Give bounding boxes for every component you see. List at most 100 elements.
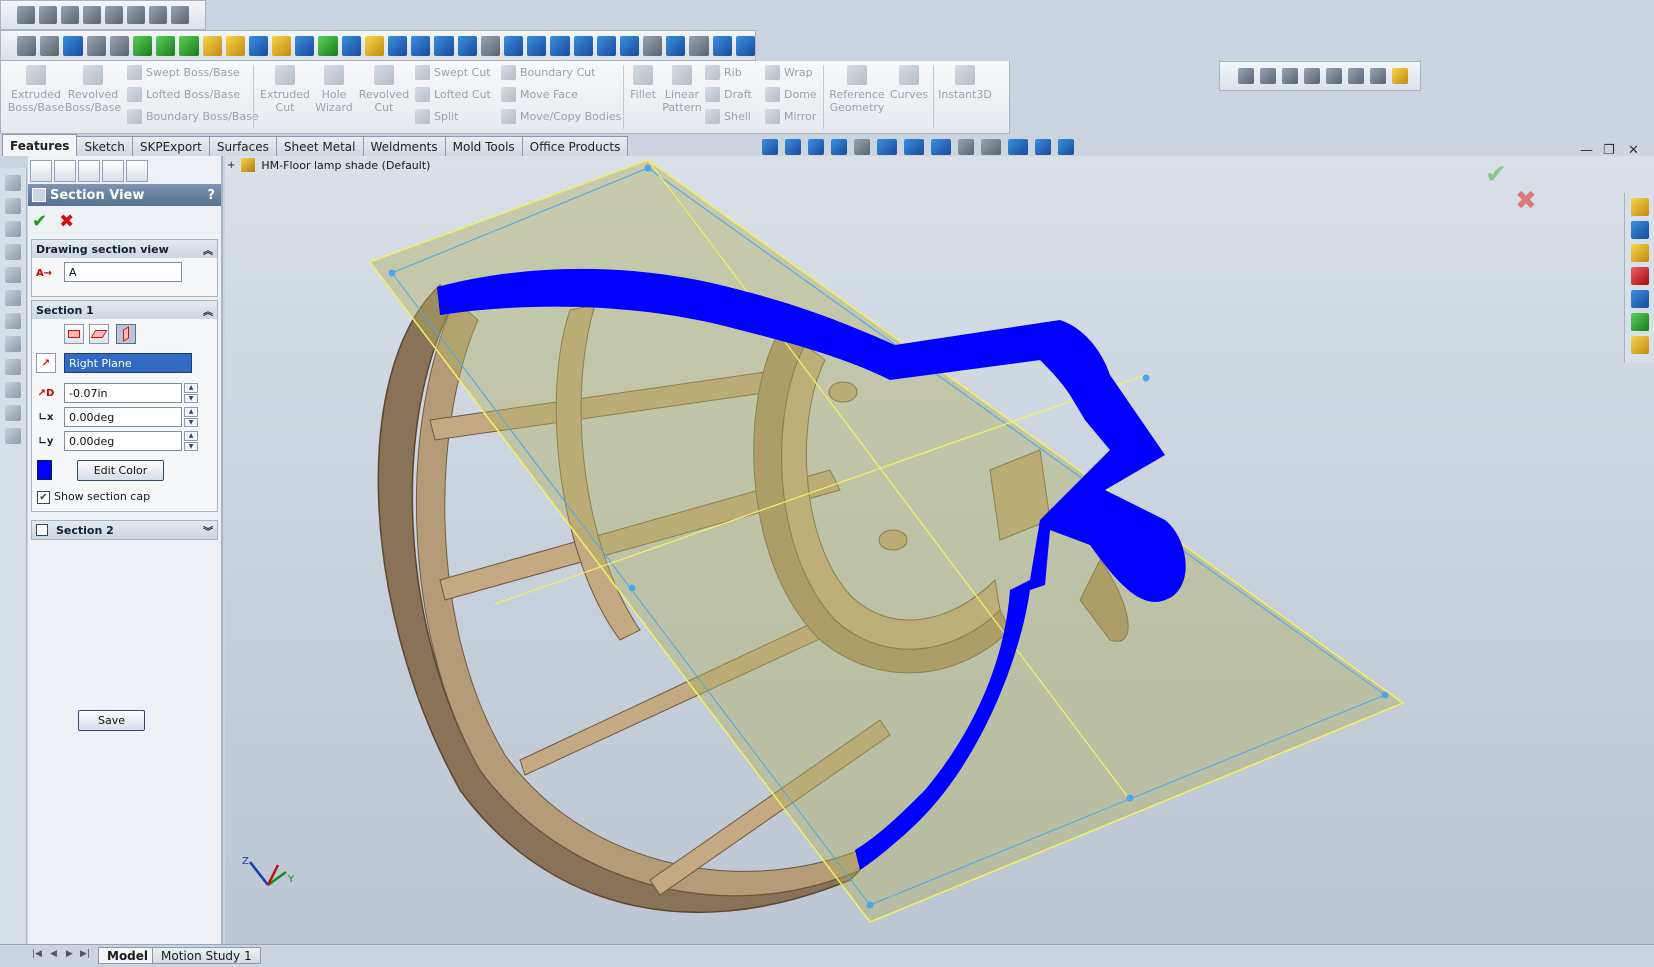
copy-icon[interactable] bbox=[5, 405, 21, 421]
display-style-icon[interactable] bbox=[904, 139, 924, 155]
block-filter-icon[interactable] bbox=[573, 35, 593, 56]
datum-filter-icon[interactable] bbox=[480, 35, 500, 56]
3d-view-icon[interactable] bbox=[1058, 139, 1074, 155]
connection-filter-icon[interactable] bbox=[619, 35, 640, 56]
dimension-filter-icon[interactable] bbox=[318, 35, 338, 56]
configuration-manager-tab-icon[interactable] bbox=[78, 160, 100, 182]
group-header[interactable]: Section 1 ︽ bbox=[32, 301, 217, 319]
tab-model[interactable]: Model bbox=[98, 947, 158, 964]
collapse-icon[interactable]: ︽ bbox=[203, 242, 213, 257]
fillet-button[interactable]: Fillet bbox=[627, 65, 659, 101]
ok-check-icon[interactable]: ✔ bbox=[32, 211, 47, 232]
plane-filter-icon[interactable] bbox=[272, 35, 292, 56]
midpoint-filter-icon[interactable] bbox=[503, 35, 524, 56]
line-icon[interactable] bbox=[1282, 68, 1298, 84]
select-arrow-icon[interactable] bbox=[86, 35, 106, 56]
view-orientation-icon[interactable] bbox=[877, 139, 897, 155]
sketch-icon[interactable] bbox=[5, 336, 21, 352]
move-copy-bodies-button[interactable]: Move/Copy Bodies bbox=[501, 109, 621, 124]
options-icon[interactable] bbox=[149, 6, 167, 24]
appearances-icon[interactable] bbox=[1630, 313, 1649, 331]
boundary-boss-button[interactable]: Boundary Boss/Base bbox=[127, 109, 259, 124]
tab-features[interactable]: Features bbox=[2, 134, 78, 156]
cancel-x-icon[interactable]: ✖ bbox=[1515, 186, 1537, 216]
save-button[interactable]: Save bbox=[78, 710, 145, 731]
home-icon[interactable] bbox=[1630, 198, 1649, 216]
revolved-boss-button[interactable]: Revolved Boss/Base bbox=[65, 65, 121, 114]
help-icon[interactable] bbox=[1392, 68, 1408, 84]
offset-spinner[interactable]: ▲ ▼ bbox=[184, 383, 198, 403]
section-name-field[interactable]: A bbox=[64, 262, 182, 282]
axis-filter-icon[interactable] bbox=[248, 35, 269, 56]
scroll-first-icon[interactable]: |◀ bbox=[32, 949, 42, 959]
label-filter-icon[interactable] bbox=[643, 35, 663, 56]
offset-distance-field[interactable]: -0.07in bbox=[64, 383, 182, 403]
expand-plus-icon[interactable]: + bbox=[227, 160, 235, 171]
tab-weldments[interactable]: Weldments bbox=[362, 136, 446, 156]
rotation-x-spinner[interactable]: ▲ ▼ bbox=[184, 407, 198, 427]
wrap-button[interactable]: Wrap bbox=[765, 65, 813, 80]
shell-button[interactable]: Shell bbox=[705, 109, 751, 124]
surface-filter-icon[interactable] bbox=[364, 35, 384, 56]
new-icon[interactable] bbox=[17, 6, 35, 24]
tab-office-products[interactable]: Office Products bbox=[521, 136, 629, 156]
settings-icon[interactable] bbox=[171, 6, 189, 24]
scroll-last-icon[interactable]: ▶| bbox=[80, 949, 90, 959]
display-manager-tab-icon[interactable] bbox=[126, 160, 148, 182]
section-plane-field[interactable]: Right Plane bbox=[64, 353, 192, 373]
instant3d-button[interactable]: Instant3D bbox=[937, 65, 993, 101]
filter-edges-icon[interactable] bbox=[40, 35, 60, 56]
design-library-icon[interactable] bbox=[1630, 221, 1649, 239]
edit-appearance-icon[interactable] bbox=[958, 139, 974, 155]
lofted-boss-button[interactable]: Lofted Boss/Base bbox=[127, 87, 240, 102]
front-view-icon[interactable] bbox=[5, 175, 21, 191]
collapse-icon[interactable]: ︽ bbox=[203, 303, 213, 318]
surface-finish-filter-icon[interactable] bbox=[689, 35, 709, 56]
left-view-icon[interactable] bbox=[5, 221, 21, 237]
note-filter-icon[interactable] bbox=[341, 35, 361, 56]
revolved-cut-button[interactable]: Revolved Cut bbox=[358, 65, 410, 114]
swept-boss-button[interactable]: Swept Boss/Base bbox=[127, 65, 240, 80]
hide-show-items-icon[interactable] bbox=[931, 139, 951, 155]
paste-icon[interactable] bbox=[5, 428, 21, 444]
edit-color-button[interactable]: Edit Color bbox=[77, 460, 164, 481]
center-filter-icon[interactable] bbox=[527, 35, 547, 56]
gtol-filter-icon[interactable] bbox=[666, 35, 686, 56]
help-button[interactable]: ? bbox=[207, 188, 215, 203]
back-view-icon[interactable] bbox=[5, 198, 21, 214]
section-view-icon[interactable] bbox=[831, 139, 847, 155]
split-viewport-icon[interactable] bbox=[1035, 139, 1051, 155]
solid-filter-icon[interactable] bbox=[225, 35, 245, 56]
filter-faces-icon[interactable] bbox=[63, 35, 83, 56]
open-icon[interactable] bbox=[39, 6, 57, 24]
point-icon[interactable] bbox=[1238, 68, 1254, 84]
scroll-next-icon[interactable]: ▶ bbox=[66, 949, 73, 959]
ok-check-icon[interactable]: ✔ bbox=[1485, 160, 1507, 190]
custom-properties-icon[interactable] bbox=[1630, 336, 1649, 354]
vertex-filter-icon[interactable] bbox=[132, 35, 153, 56]
centerline-icon[interactable] bbox=[1304, 68, 1320, 84]
route-filter-icon[interactable] bbox=[596, 35, 616, 56]
boundary-cut-button[interactable]: Boundary Cut bbox=[501, 65, 595, 80]
previous-view-icon[interactable] bbox=[808, 139, 824, 155]
rebuild-icon[interactable] bbox=[1370, 68, 1386, 84]
feature-tree-flyout[interactable]: + HM-Floor lamp shade (Default) bbox=[227, 158, 430, 172]
file-explorer-icon[interactable] bbox=[1630, 244, 1649, 262]
tab-surfaces[interactable]: Surfaces bbox=[208, 136, 277, 156]
rotation-x-field[interactable]: 0.00deg bbox=[64, 407, 182, 427]
select-other-icon[interactable] bbox=[109, 35, 129, 56]
property-manager-tab-icon[interactable] bbox=[54, 160, 76, 182]
view-settings-icon[interactable] bbox=[1008, 139, 1028, 155]
scroll-prev-icon[interactable]: ◀ bbox=[50, 949, 57, 959]
section-2-checkbox[interactable] bbox=[36, 524, 48, 536]
smart-dimension-icon[interactable] bbox=[5, 359, 21, 375]
curve-filter-icon[interactable] bbox=[388, 35, 408, 56]
relations-icon[interactable] bbox=[5, 382, 21, 398]
split-button[interactable]: Split bbox=[415, 109, 458, 124]
undo-icon[interactable] bbox=[105, 6, 123, 24]
reference-geometry-button[interactable]: Reference Geometry bbox=[827, 65, 887, 114]
tab-skpexport[interactable]: SKPExport bbox=[131, 136, 210, 156]
save-icon[interactable] bbox=[61, 6, 79, 24]
rotation-y-spinner[interactable]: ▲ ▼ bbox=[184, 431, 198, 451]
sketch-point-filter-icon[interactable] bbox=[295, 35, 315, 56]
